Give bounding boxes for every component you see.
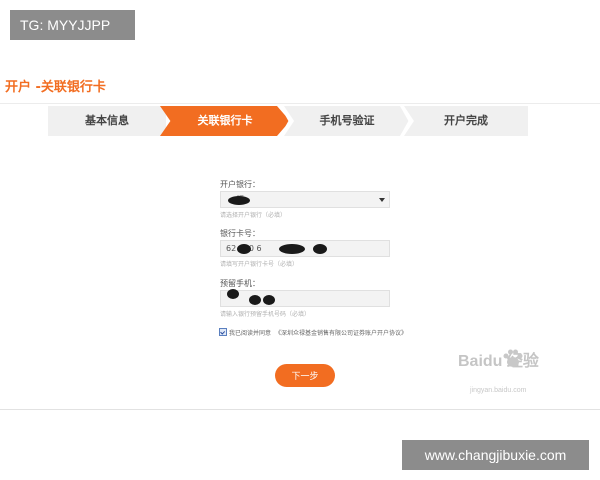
card-field-label: 银行卡号： [220,229,260,238]
agreement-checkbox[interactable] [219,328,227,336]
phone-field-hint: 请输入银行预留手机号码（必填） [220,311,311,318]
card-number-input[interactable]: 62 100 6 [220,240,390,257]
next-step-button[interactable]: 下一步 [275,364,335,387]
bank-field-hint: 请选择开户银行（必填） [220,212,287,219]
title-divider [0,103,600,104]
redaction-mark [228,196,250,205]
agreement-text: 我已阅读并同意 [229,329,272,337]
phone-input[interactable] [220,289,390,307]
tg-watermark: TG: MYYJJPP [10,10,135,40]
step-account-complete: 开户完成 [404,106,528,136]
page-title: 开户 -关联银行卡 [5,80,106,95]
bank-select[interactable]: 行 [220,191,390,208]
redaction-mark [263,295,275,305]
site-url-watermark: www.changjibuxie.com [402,440,589,470]
redaction-mark [313,244,327,254]
paw-icon [503,349,523,367]
step-phone-verification: 手机号验证 [284,106,410,136]
phone-field-label: 预留手机： [220,279,260,288]
card-field-hint: 请填写开户银行卡号（必填） [220,261,299,268]
chevron-down-icon [379,198,385,202]
baidu-watermark: Baidu 经验 [458,353,539,370]
agreement-link[interactable]: 《深圳众禄基金销售有限公司证券账户开户协议》 [275,328,407,337]
redaction-mark [279,244,305,254]
redaction-mark [227,289,239,299]
redaction-mark [249,295,261,305]
bank-field-label: 开户银行： [220,180,260,189]
step-progress-bar: 基本信息 关联银行卡 手机号验证 开户完成 [48,106,528,136]
step-basic-info: 基本信息 [48,106,166,136]
check-icon [220,329,226,335]
step-link-bank-card: 关联银行卡 [160,106,290,136]
baidu-watermark-url: jingyan.baidu.com [470,387,527,394]
agreement-row: 我已阅读并同意 《深圳众禄基金销售有限公司证券账户开户协议》 [219,327,407,337]
redaction-mark [237,244,251,254]
footer-divider [0,409,600,410]
